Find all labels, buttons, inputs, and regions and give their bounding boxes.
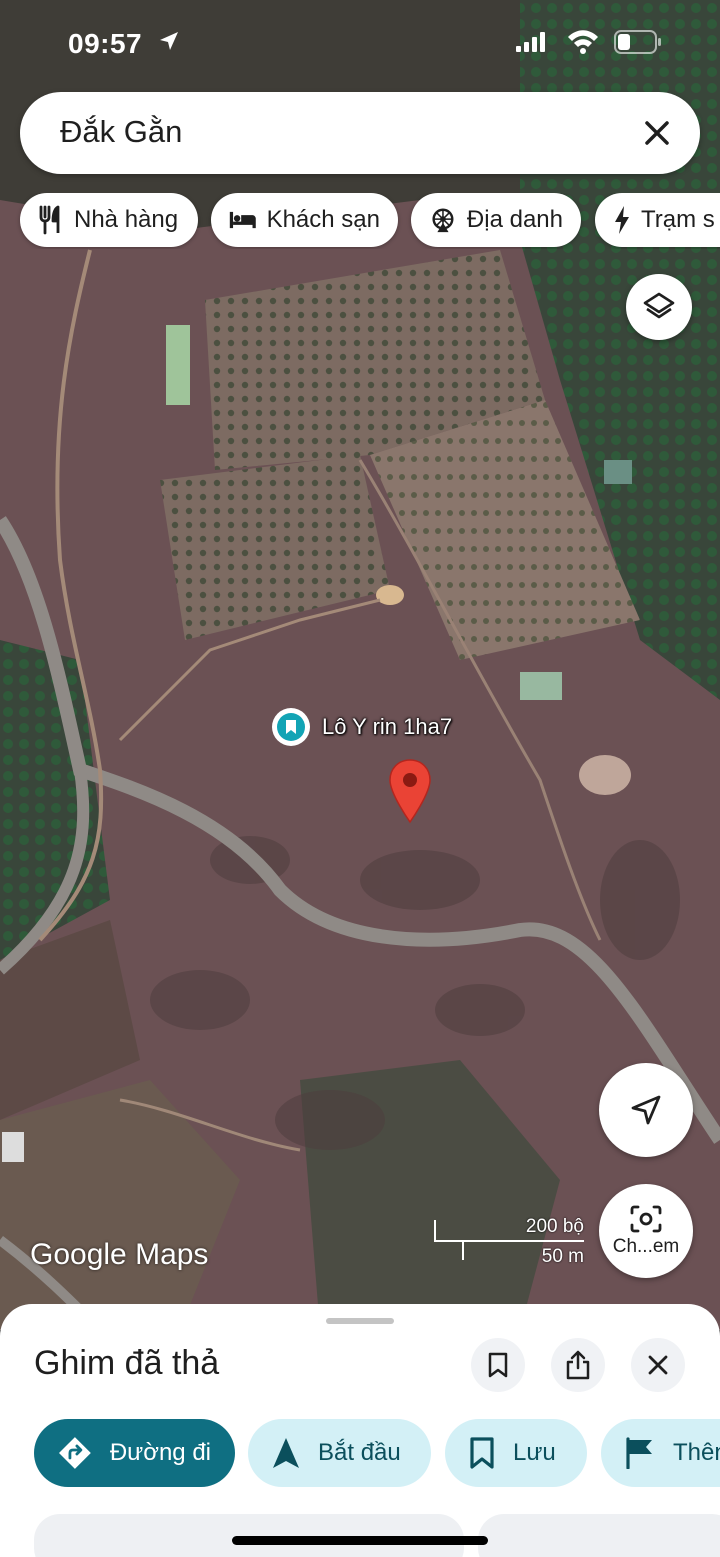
ev-charging-icon [615, 206, 629, 234]
map-layers-button[interactable] [626, 274, 692, 340]
search-bar[interactable]: Đắk Gằn [20, 92, 700, 174]
sheet-drag-handle[interactable] [326, 1318, 394, 1324]
home-indicator[interactable] [232, 1536, 488, 1545]
battery-icon [614, 30, 661, 54]
bookmark-icon [286, 720, 296, 734]
category-chips: Nhà hàng Khách sạn Địa danh Trạm s [0, 193, 720, 249]
save-icon-button[interactable] [471, 1338, 525, 1392]
place-sheet[interactable]: Ghim đã thả Đường đi Bắt đầu Lưu Thê [0, 1304, 720, 1557]
save-button[interactable]: Lưu [445, 1419, 587, 1487]
bookmark-icon [470, 1437, 494, 1469]
wifi-icon [568, 30, 598, 54]
preview-card[interactable] [478, 1514, 720, 1557]
share-icon [566, 1350, 590, 1380]
layers-icon [643, 292, 675, 319]
saved-place-label: Lô Y rin 1ha7 [322, 714, 453, 739]
saved-place-marker[interactable]: Lô Y rin 1ha7 [272, 708, 452, 746]
chip-restaurants[interactable]: Nhà hàng [20, 193, 198, 247]
chip-label: Trạm s [641, 206, 715, 233]
chip-hotels[interactable]: Khách sạn [211, 193, 398, 247]
status-time: 09:57 [68, 28, 143, 59]
bookmark-icon [488, 1352, 508, 1378]
restaurant-icon [39, 205, 60, 235]
status-bar: 09:57 [0, 24, 720, 64]
search-query[interactable]: Đắk Gằn [60, 114, 182, 150]
close-sheet-button[interactable] [631, 1338, 685, 1392]
directions-label: Đường đi [109, 1439, 211, 1466]
signal-icon [516, 32, 545, 52]
flag-icon [626, 1437, 652, 1469]
chip-label: Khách sạn [266, 206, 380, 233]
dropped-pin-icon[interactable] [388, 758, 432, 824]
hotel-icon [229, 211, 256, 229]
save-label: Lưu [513, 1439, 556, 1466]
map-scale: 200 bộ 50 m [434, 1216, 584, 1268]
directions-button[interactable]: Đường đi [34, 1419, 235, 1487]
add-label-button[interactable]: Thên [601, 1419, 720, 1487]
close-icon [648, 1355, 668, 1375]
saved-place-dot [272, 708, 310, 746]
scale-imperial: 200 bộ [525, 1216, 584, 1237]
landmark-icon [432, 208, 454, 233]
sheet-title: Ghim đã thả [34, 1344, 220, 1382]
location-arrow-icon [160, 32, 178, 50]
share-button[interactable] [551, 1338, 605, 1392]
start-label: Bắt đầu [318, 1439, 401, 1466]
lens-button[interactable]: Ch...em [599, 1184, 693, 1278]
scale-metric: 50 m [541, 1246, 584, 1267]
clear-search-icon[interactable] [638, 114, 676, 152]
chip-label: Nhà hàng [74, 206, 179, 233]
chip-landmarks[interactable]: Địa danh [411, 193, 581, 247]
directions-icon [58, 1437, 91, 1469]
navigation-arrow-icon [273, 1438, 299, 1468]
add-label-text: Thên [673, 1439, 720, 1466]
camera-lens-icon [630, 1205, 662, 1233]
chip-label: Địa danh [466, 206, 563, 233]
my-location-button[interactable] [599, 1063, 693, 1157]
start-button[interactable]: Bắt đầu [248, 1419, 431, 1487]
lens-label: Ch...em [612, 1236, 680, 1257]
chip-charging-stations[interactable]: Trạm s [595, 193, 720, 247]
google-maps-logo: Google Maps [30, 1238, 209, 1271]
navigation-arrow-icon [631, 1095, 661, 1125]
